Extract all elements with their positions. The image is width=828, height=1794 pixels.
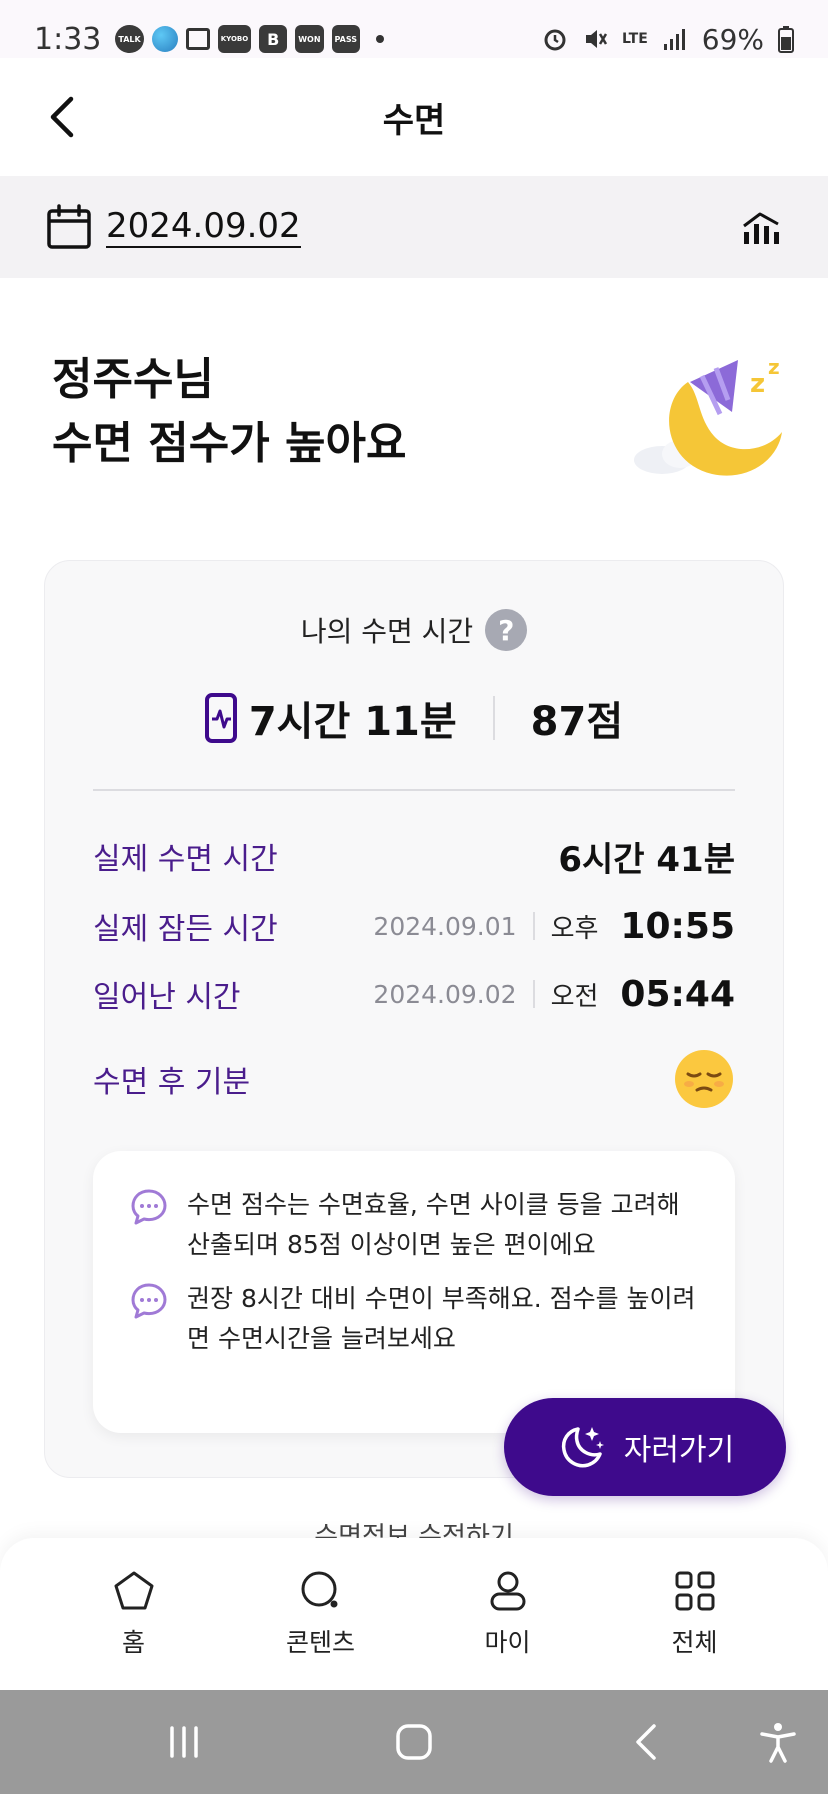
- more-notifications-dot: [376, 35, 384, 43]
- battery-percent: 69%: [701, 22, 764, 56]
- score-message: 수면 점수가 높아요: [52, 418, 407, 469]
- total-sleep-time: 7시간 11분: [248, 699, 457, 745]
- sleep-card: 나의 수면 시간 ? 7시간 11분 87점 실제 수면 시간 6시간 41분 …: [44, 560, 784, 1478]
- chat-bubble-icon: [131, 1189, 167, 1225]
- news-icon: [185, 28, 210, 50]
- fell-asleep-date: 2024.09.01: [373, 911, 517, 941]
- pass-icon: PASS: [331, 25, 360, 53]
- signal-icon: [663, 29, 685, 50]
- sleepy-face-icon[interactable]: [673, 1048, 735, 1110]
- recent-apps-icon[interactable]: [162, 1720, 206, 1764]
- woke-up-row: 일어난 시간 2024.09.02 오전 05:44: [93, 969, 735, 1019]
- help-button[interactable]: ?: [485, 609, 528, 651]
- nav-contents[interactable]: 콘텐츠: [261, 1569, 381, 1659]
- sleep-summary: 7시간 11분 87점: [45, 689, 783, 747]
- woke-up-date: 2024.09.02: [373, 979, 517, 1009]
- won-icon: WON: [295, 25, 324, 53]
- sleep-score: 87점: [530, 699, 624, 745]
- selected-date[interactable]: 2024.09.02: [106, 206, 301, 248]
- notification-icons: TALK KYOBO B WON PASS: [115, 25, 384, 53]
- chevron-left-icon: [50, 96, 74, 138]
- back-button[interactable]: [40, 92, 84, 142]
- actual-sleep-label: 실제 수면 시간: [93, 842, 278, 877]
- info-text: 수면 점수는 수면효율, 수면 사이클 등을 고려해 산출되며 85점 이상이면…: [187, 1190, 680, 1259]
- page-title: 수면: [382, 100, 446, 141]
- home-icon: [114, 1571, 153, 1610]
- battery-icon: [778, 26, 794, 53]
- wearable-device-icon: [204, 693, 237, 743]
- app-header: 수면: [0, 58, 828, 176]
- person-icon: [490, 1571, 525, 1611]
- woke-up-ampm: 오전: [550, 981, 599, 1012]
- woke-up-time: 05:44: [620, 973, 735, 1015]
- network-type: LTE: [622, 31, 648, 47]
- nav-my-label: 마이: [484, 1628, 531, 1657]
- card-title-row: 나의 수면 시간 ?: [45, 609, 783, 651]
- nav-contents-label: 콘텐츠: [285, 1628, 355, 1657]
- chat-bubble-icon: [131, 1283, 167, 1319]
- moon-stars-icon: [561, 1427, 604, 1468]
- nav-home[interactable]: 홈: [74, 1569, 194, 1659]
- fell-asleep-label: 실제 잠든 시간: [93, 912, 278, 947]
- talk-icon: TALK: [115, 25, 144, 53]
- search-icon: [301, 1571, 337, 1608]
- fell-asleep-time: 10:55: [620, 905, 735, 947]
- sleeping-moon-icon: z z: [634, 355, 782, 476]
- svg-text:z: z: [750, 369, 765, 399]
- bottom-navigation: 홈 콘텐츠 마이 전체: [0, 1538, 828, 1690]
- sleep-greeting: 정주수님 수면 점수가 높아요: [52, 348, 406, 476]
- actual-sleep-value: 6시간 41분: [558, 839, 735, 880]
- grid-icon: [675, 1571, 714, 1611]
- nav-home-label: 홈: [121, 1628, 145, 1657]
- woke-up-label: 일어난 시간: [93, 980, 241, 1015]
- date-bar: 2024.09.02: [0, 176, 828, 278]
- fell-asleep-row: 실제 잠든 시간 2024.09.01 오후 10:55: [93, 901, 735, 951]
- b-app-icon: B: [259, 25, 288, 53]
- nav-my[interactable]: 마이: [448, 1569, 568, 1659]
- svg-text:z: z: [768, 355, 780, 379]
- globe-icon: [151, 26, 178, 52]
- user-name: 정주수님: [52, 354, 214, 405]
- alarm-icon: [544, 29, 566, 51]
- system-navigation-bar: [0, 1690, 828, 1794]
- mute-icon: [586, 30, 608, 48]
- info-text: 권장 8시간 대비 수면이 부족해요. 점수를 높이려면 수면시간을 늘려보세요: [187, 1284, 696, 1353]
- calendar-icon[interactable]: [46, 204, 92, 250]
- go-to-sleep-button[interactable]: 자러가기: [504, 1398, 786, 1496]
- actual-sleep-row: 실제 수면 시간 6시간 41분: [93, 831, 735, 881]
- card-title: 나의 수면 시간: [300, 615, 474, 648]
- mood-row: 수면 후 기분: [93, 1047, 735, 1111]
- score-info-box: 수면 점수는 수면효율, 수면 사이클 등을 고려해 산출되며 85점 이상이면…: [93, 1151, 735, 1433]
- info-item: 수면 점수는 수면효율, 수면 사이클 등을 고려해 산출되며 85점 이상이면…: [129, 1185, 699, 1265]
- stats-chart-icon[interactable]: [740, 204, 784, 248]
- kyobo-icon: KYOBO: [217, 25, 252, 53]
- info-item: 권장 8시간 대비 수면이 부족해요. 점수를 높이려면 수면시간을 늘려보세요: [129, 1279, 699, 1359]
- mood-label: 수면 후 기분: [93, 1065, 251, 1100]
- row-separator: [532, 912, 535, 940]
- summary-separator: [492, 696, 495, 740]
- back-nav-icon[interactable]: [626, 1720, 670, 1764]
- nav-all[interactable]: 전체: [635, 1569, 755, 1659]
- accessibility-icon[interactable]: [756, 1720, 800, 1764]
- nav-all-label: 전체: [671, 1628, 718, 1657]
- card-divider: [93, 789, 735, 791]
- fell-asleep-ampm: 오후: [550, 913, 599, 944]
- status-time: 1:33: [34, 21, 102, 57]
- go-to-sleep-label: 자러가기: [623, 1433, 735, 1468]
- row-separator: [532, 980, 535, 1008]
- home-button-icon[interactable]: [392, 1720, 436, 1764]
